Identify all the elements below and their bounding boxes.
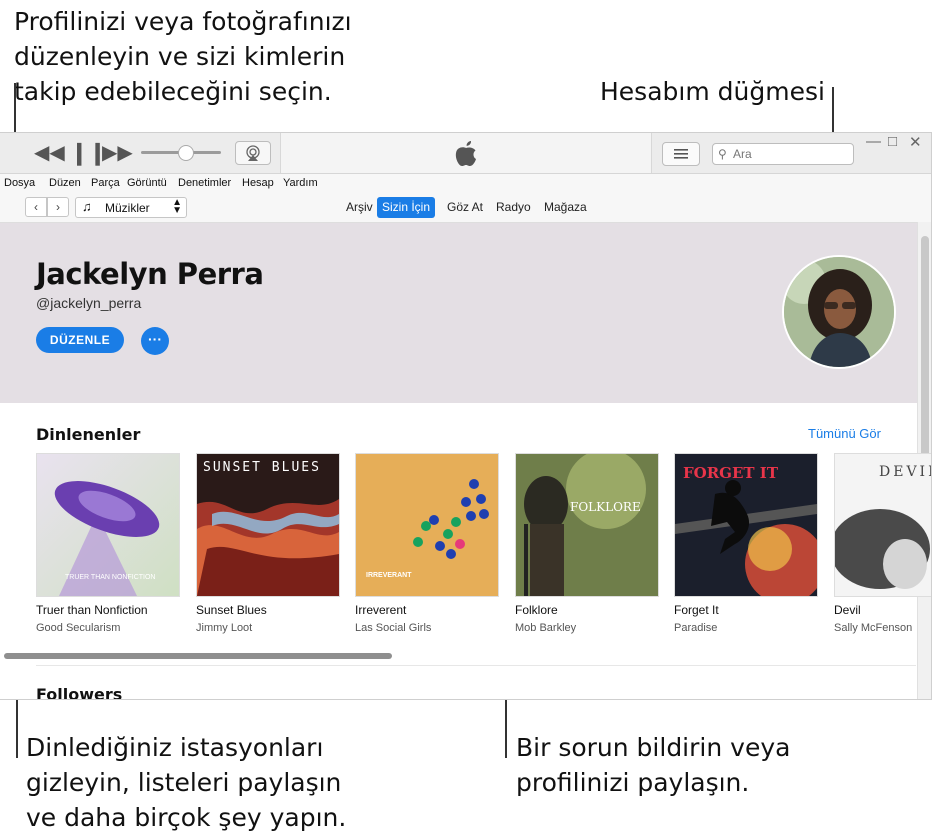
album-artist: Sally McFenson bbox=[834, 622, 913, 634]
album-title: Truer than Nonfiction bbox=[36, 603, 148, 617]
album-art[interactable]: FORGET IT bbox=[674, 453, 818, 597]
back-icon: ‹ bbox=[34, 200, 38, 214]
menu-goruntu[interactable]: Görüntü bbox=[127, 177, 167, 189]
navigation-bar: ‹ › ♫ Müzikler ▲ ▼ Arşiv Sizin İçin Göz A… bbox=[0, 194, 931, 223]
album-title: Devil bbox=[834, 603, 861, 617]
callout-listened: Dinlediğiniz istasyonları gizleyin, list… bbox=[26, 733, 347, 832]
profile-handle: @jackelyn_perra bbox=[36, 295, 142, 311]
title-bar: ◀◀ ❙❙ ▶▶ ⚲ Ara — □ ✕ bbox=[0, 133, 931, 174]
avatar-photo bbox=[784, 257, 894, 367]
itunes-window: ◀◀ ❙❙ ▶▶ ⚲ Ara — □ ✕ Dosya Düzen Parça G… bbox=[0, 132, 932, 700]
album-title: Irreverent bbox=[355, 603, 407, 617]
tab-radyo[interactable]: Radyo bbox=[491, 197, 536, 218]
account-avatar-button[interactable] bbox=[782, 255, 896, 369]
album-tile[interactable]: TRUER THAN NONFICTION Truer than Nonfict… bbox=[36, 453, 180, 634]
album-art[interactable]: FOLKLORE bbox=[515, 453, 659, 597]
album-art[interactable]: TRUER THAN NONFICTION bbox=[36, 453, 180, 597]
album-art[interactable]: DEVIL bbox=[834, 453, 931, 597]
airplay-button[interactable] bbox=[235, 141, 271, 165]
search-field[interactable]: ⚲ Ara bbox=[712, 143, 854, 165]
music-note-icon: ♫ bbox=[82, 199, 92, 214]
album-artist: Good Secularism bbox=[36, 622, 121, 634]
album-artist: Paradise bbox=[674, 622, 718, 634]
airplay-icon bbox=[246, 145, 260, 161]
album-tile[interactable]: DEVIL Devil Sally McFenson bbox=[834, 453, 931, 634]
album-art-text: FORGET IT bbox=[683, 464, 778, 482]
callout-edit-profile: Profilinizi veya fotoğrafınızı düzenleyi… bbox=[14, 7, 352, 106]
menu-yardim[interactable]: Yardım bbox=[283, 177, 318, 189]
up-next-button[interactable] bbox=[662, 142, 700, 166]
section-divider bbox=[36, 665, 916, 666]
edit-profile-button[interactable]: DÜZENLE bbox=[36, 327, 124, 353]
now-playing-display bbox=[280, 133, 652, 173]
apple-logo-icon bbox=[455, 141, 476, 166]
maximize-icon[interactable]: □ bbox=[888, 133, 897, 150]
menu-bar: Dosya Düzen Parça Görüntü Denetimler Hes… bbox=[0, 174, 931, 194]
horizontal-scroll-thumb[interactable] bbox=[4, 653, 392, 659]
see-all-link[interactable]: Tümünü Gör bbox=[808, 426, 881, 441]
album-title: Folklore bbox=[515, 603, 558, 617]
menu-duzen[interactable]: Düzen bbox=[49, 177, 81, 189]
album-artist: Las Social Girls bbox=[355, 622, 432, 634]
minimize-icon[interactable]: — bbox=[866, 133, 881, 150]
tab-goz-at[interactable]: Göz At bbox=[442, 197, 488, 218]
album-tile[interactable]: SUNSET BLUES Sunset Blues Jimmy Loot bbox=[196, 453, 340, 634]
album-title: Forget It bbox=[674, 603, 719, 617]
profile-header: Jackelyn Perra @jackelyn_perra DÜZENLE ·… bbox=[0, 223, 917, 403]
tab-arsiv[interactable]: Arşiv bbox=[341, 197, 378, 218]
forward-nav-icon: › bbox=[56, 200, 60, 214]
album-tile[interactable]: FOLKLORE Folklore Mob Barkley bbox=[515, 453, 659, 634]
album-artist: Mob Barkley bbox=[515, 622, 577, 634]
album-art-text: FOLKLORE bbox=[570, 500, 641, 514]
album-art[interactable]: SUNSET BLUES bbox=[196, 453, 340, 597]
album-art-text: SUNSET BLUES bbox=[203, 460, 321, 475]
media-selector-label: Müzikler bbox=[105, 201, 150, 215]
profile-name: Jackelyn Perra bbox=[36, 257, 264, 291]
volume-knob[interactable] bbox=[178, 145, 194, 161]
search-placeholder: Ara bbox=[733, 147, 752, 161]
close-icon[interactable]: ✕ bbox=[909, 133, 922, 151]
tab-sizin-icin[interactable]: Sizin İçin bbox=[377, 197, 436, 218]
more-options-button[interactable]: ··· bbox=[141, 327, 169, 355]
album-art-text: DEVIL bbox=[879, 464, 931, 480]
album-art[interactable]: IRREVERANT bbox=[355, 453, 499, 597]
album-title: Sunset Blues bbox=[196, 603, 267, 617]
forward-nav-button[interactable]: › bbox=[47, 197, 69, 217]
list-icon bbox=[674, 149, 688, 159]
rewind-icon[interactable]: ◀◀ bbox=[34, 141, 65, 165]
album-art-text: IRREVERANT bbox=[366, 572, 412, 579]
media-selector[interactable]: ♫ Müzikler ▲ ▼ bbox=[75, 197, 187, 218]
section-title: Dinlenenler bbox=[36, 425, 141, 444]
search-icon: ⚲ bbox=[718, 147, 727, 161]
menu-hesap[interactable]: Hesap bbox=[242, 177, 274, 189]
album-artist: Jimmy Loot bbox=[196, 622, 253, 634]
followers-title: Followers bbox=[36, 685, 123, 700]
menu-parca[interactable]: Parça bbox=[91, 177, 120, 189]
album-tile[interactable]: FORGET IT Forget It Paradise bbox=[674, 453, 818, 634]
callout-more-options: Bir sorun bildirin veya profilinizi payl… bbox=[516, 733, 791, 797]
album-art-text: TRUER THAN NONFICTION bbox=[65, 574, 156, 581]
menu-dosya[interactable]: Dosya bbox=[4, 177, 35, 189]
menu-denetimler[interactable]: Denetimler bbox=[178, 177, 231, 189]
album-tile[interactable]: IRREVERANT Irreverent Las Social Girls bbox=[355, 453, 499, 634]
chevron-updown-icon: ▲ ▼ bbox=[172, 197, 182, 216]
tab-magaza[interactable]: Mağaza bbox=[539, 197, 592, 218]
callout-account-button: Hesabım düğmesi bbox=[600, 77, 825, 106]
forward-icon[interactable]: ▶▶ bbox=[102, 141, 133, 165]
back-button[interactable]: ‹ bbox=[25, 197, 47, 217]
